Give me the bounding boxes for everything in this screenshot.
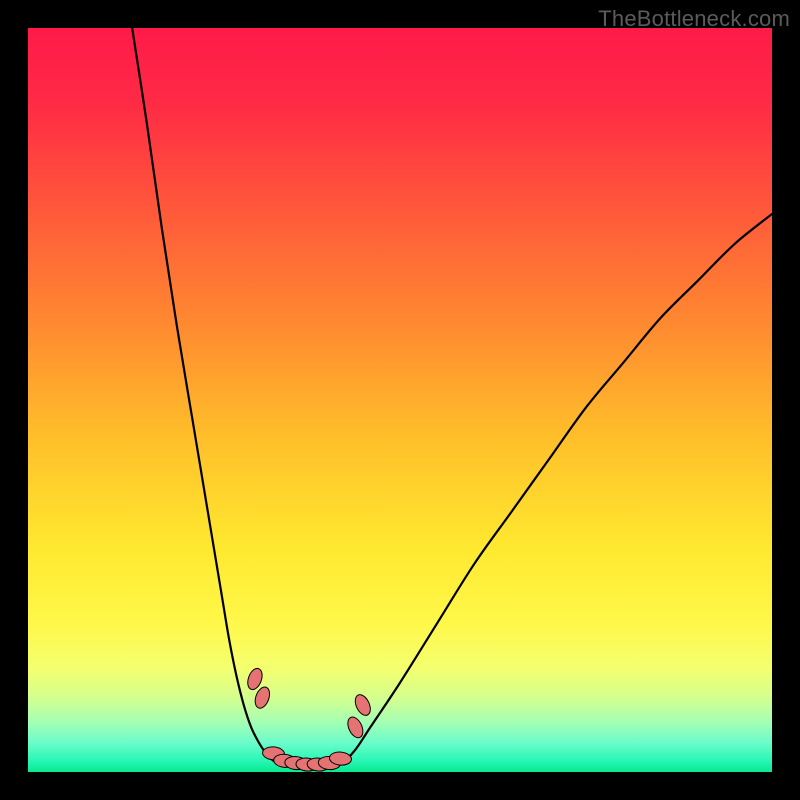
bottleneck-curve <box>132 28 772 769</box>
marker-point <box>345 715 366 740</box>
chart-frame: TheBottleneck.com <box>0 0 800 800</box>
curve-layer <box>28 28 772 772</box>
marker-point <box>352 692 373 717</box>
marker-group <box>245 666 373 772</box>
plot-area <box>28 28 772 772</box>
